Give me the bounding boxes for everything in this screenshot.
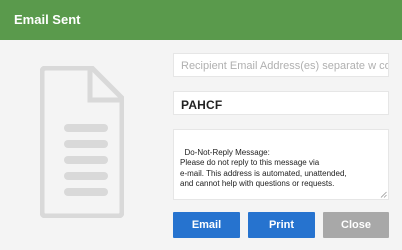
email-button[interactable]: Email	[173, 212, 240, 238]
dialog-header: Email Sent	[0, 0, 402, 40]
close-button[interactable]: Close	[323, 212, 389, 238]
document-icon	[40, 66, 124, 218]
recipient-email-input[interactable]: Recipient Email Address(es) separate w c…	[173, 53, 389, 77]
print-button[interactable]: Print	[248, 212, 315, 238]
resize-grip-icon[interactable]	[380, 191, 387, 198]
dialog-title: Email Sent	[14, 12, 81, 27]
subject-input[interactable]: PAHCF	[173, 91, 389, 115]
message-textarea[interactable]: Do-Not-Reply Message: Please do not repl…	[173, 129, 389, 200]
message-text: Do-Not-Reply Message: Please do not repl…	[180, 147, 347, 189]
